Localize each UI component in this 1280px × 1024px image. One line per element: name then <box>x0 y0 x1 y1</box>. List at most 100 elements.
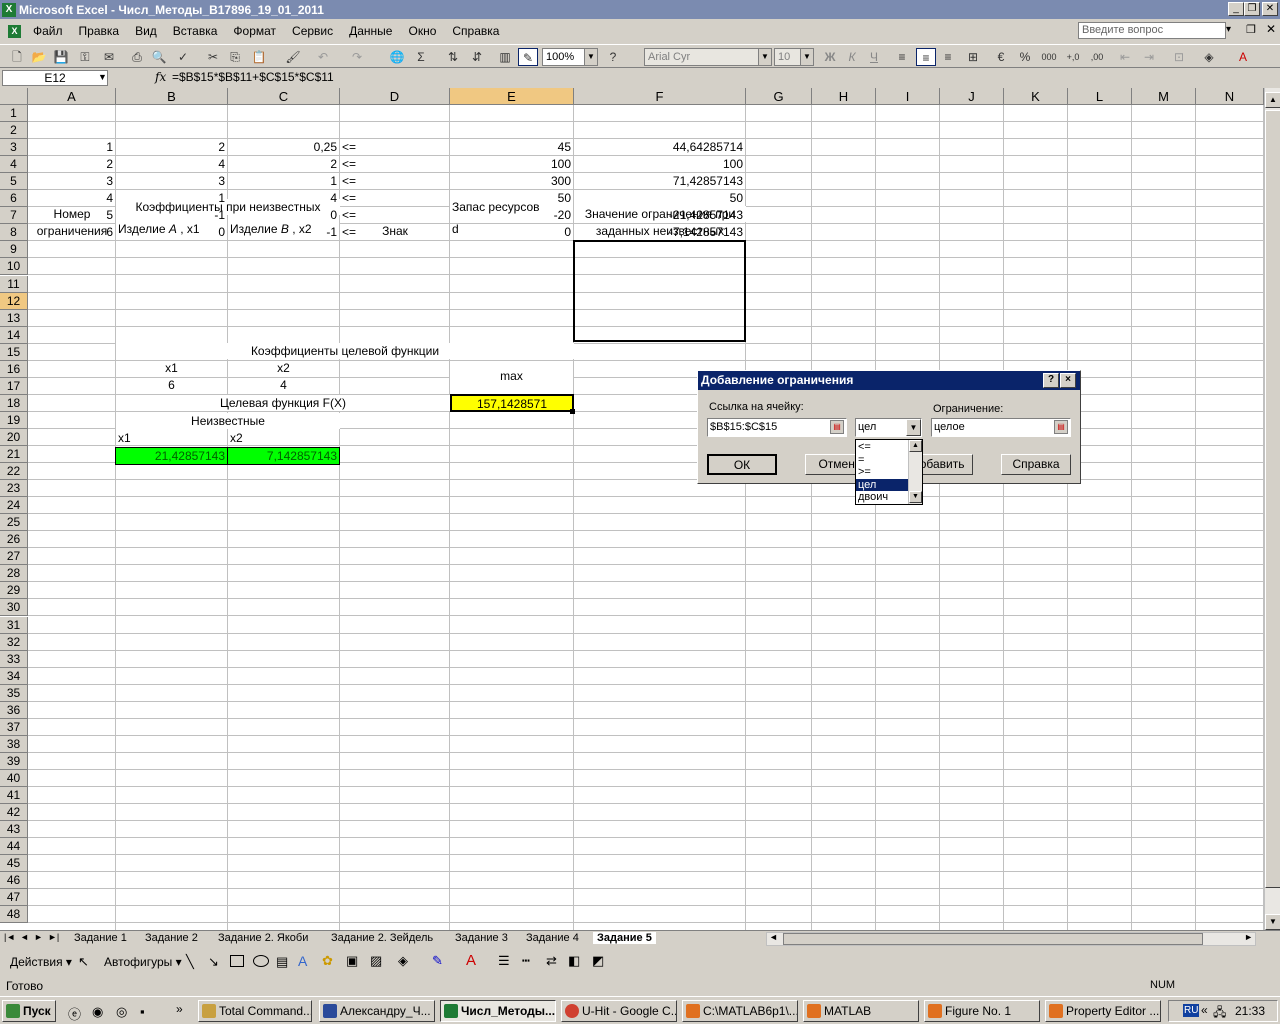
floppy-icon[interactable]: ▪ <box>140 1004 145 1019</box>
sheet-tab-1[interactable]: Задание 1 <box>74 932 127 944</box>
column-header-m[interactable]: M <box>1132 88 1196 105</box>
cell-d4[interactable]: <= <box>340 156 449 172</box>
row-header-46[interactable]: 46 <box>0 872 28 890</box>
row-header-38[interactable]: 38 <box>0 735 28 753</box>
help-icon[interactable]: ? <box>604 48 622 66</box>
cell-c7[interactable]: 0 <box>228 207 339 223</box>
cell-d3[interactable]: <= <box>340 139 449 155</box>
sheet-tab-2[interactable]: Задание 2 <box>145 932 198 944</box>
comma-style-icon[interactable]: 000 <box>1040 48 1058 66</box>
cell-a4[interactable]: 2 <box>28 156 115 172</box>
column-header-h[interactable]: H <box>812 88 876 105</box>
name-box-dropdown-icon[interactable]: ▼ <box>98 72 107 82</box>
row-header-4[interactable]: 4 <box>0 156 28 174</box>
row-header-25[interactable]: 25 <box>0 514 28 532</box>
sheet-tab-4[interactable]: Задание 2. Зейдель <box>331 932 433 944</box>
cell-b7[interactable]: -1 <box>116 207 227 223</box>
menu-window[interactable]: Окно <box>400 24 444 38</box>
row-header-47[interactable]: 47 <box>0 889 28 907</box>
line-icon[interactable]: ╲ <box>186 954 194 970</box>
row-header-14[interactable]: 14 <box>0 326 28 344</box>
cell-c15[interactable]: 7,142857143 <box>227 447 340 465</box>
task-excel[interactable]: Числ_Методы... <box>440 1000 556 1022</box>
column-header-l[interactable]: L <box>1068 88 1132 105</box>
row-header-19[interactable]: 19 <box>0 411 28 429</box>
chevron-down-icon[interactable]: ▼ <box>800 49 813 65</box>
paste-icon[interactable]: 📋 <box>250 48 268 66</box>
row-header-18[interactable]: 18 <box>0 394 28 412</box>
column-header-a[interactable]: A <box>28 88 116 105</box>
name-box[interactable]: E12 <box>2 70 108 86</box>
row-header-1[interactable]: 1 <box>0 105 28 122</box>
actions-menu[interactable]: Действия ▾ <box>10 955 72 969</box>
open-icon[interactable]: 📂 <box>30 48 48 66</box>
cell-e6[interactable]: 50 <box>450 190 573 206</box>
menu-tools[interactable]: Сервис <box>284 24 341 38</box>
bold-icon[interactable]: Ж <box>822 48 838 66</box>
help-button[interactable]: Справка <box>1001 454 1071 475</box>
column-header-d[interactable]: D <box>340 88 450 105</box>
row-header-43[interactable]: 43 <box>0 821 28 839</box>
row-header-42[interactable]: 42 <box>0 804 28 822</box>
cell-c3[interactable]: 0,25 <box>228 139 339 155</box>
cell-c11[interactable]: 4 <box>228 377 339 393</box>
cell-d7[interactable]: <= <box>340 207 449 223</box>
ask-dropdown-icon[interactable]: ▾ <box>1226 24 1231 35</box>
save-icon[interactable]: 💾 <box>52 48 70 66</box>
decrease-indent-icon[interactable]: ⇤ <box>1116 48 1134 66</box>
row-header-34[interactable]: 34 <box>0 667 28 685</box>
cell-b14[interactable]: x1 <box>116 430 227 446</box>
zoom-combo[interactable]: 100% ▼ <box>542 48 598 66</box>
row-header-26[interactable]: 26 <box>0 531 28 549</box>
align-right-icon[interactable]: ≡ <box>940 48 956 66</box>
workbook-icon[interactable]: X <box>8 24 21 38</box>
cell-c6[interactable]: 4 <box>228 190 339 206</box>
cell-b4[interactable]: 4 <box>116 156 227 172</box>
cell-b8[interactable]: 0 <box>116 224 227 240</box>
borders-icon[interactable]: ⊡ <box>1170 48 1188 66</box>
shadow-icon[interactable]: ◧ <box>568 953 580 969</box>
dialog-help-button[interactable]: ? <box>1043 373 1059 388</box>
row-header-27[interactable]: 27 <box>0 548 28 566</box>
task-property-editor[interactable]: Property Editor ... <box>1045 1000 1161 1022</box>
ask-question-input[interactable]: Введите вопрос <box>1078 22 1226 39</box>
scroll-up-icon[interactable]: ▲ <box>1265 92 1280 108</box>
undo-icon[interactable]: ↶ <box>314 48 332 66</box>
cell-e4[interactable]: 100 <box>450 156 573 172</box>
column-header-e[interactable]: E <box>450 88 574 105</box>
collapse-dialog-icon[interactable]: ▤ <box>830 420 844 434</box>
operator-dropdown-list[interactable]: <= = >= цел двоич ▲ ▼ <box>855 439 923 505</box>
fx-icon[interactable]: fx <box>155 70 166 84</box>
media-icon[interactable]: ◎ <box>116 1004 127 1020</box>
column-header-b[interactable]: B <box>116 88 228 105</box>
cell-a5[interactable]: 3 <box>28 173 115 189</box>
cell-d5[interactable]: <= <box>340 173 449 189</box>
autoshapes-menu[interactable]: Автофигуры ▾ <box>104 955 182 969</box>
autosum-icon[interactable]: Σ <box>412 48 430 66</box>
workbook-restore-icon[interactable]: ❐ <box>1246 23 1256 36</box>
cell-d8[interactable]: <= <box>340 224 449 240</box>
cell-a7[interactable]: 5 <box>28 207 115 223</box>
row-header-8[interactable]: 8 <box>0 224 28 242</box>
cell-e3[interactable]: 45 <box>450 139 573 155</box>
italic-icon[interactable]: К <box>844 48 860 66</box>
menu-insert[interactable]: Вставка <box>165 24 226 38</box>
line-color-icon[interactable]: ✎ <box>432 953 443 969</box>
line-style-icon[interactable]: ☰ <box>498 953 510 969</box>
cell-reference-input[interactable]: $B$15:$C$15 ▤ <box>707 418 847 437</box>
arrow-icon[interactable]: ↘ <box>208 954 219 970</box>
cell-f7[interactable]: -21,42857143 <box>574 207 745 223</box>
cell-e10[interactable]: max <box>450 368 573 384</box>
redo-icon[interactable]: ↷ <box>348 48 366 66</box>
constraint-input[interactable]: целое ▤ <box>931 418 1071 437</box>
row-header-5[interactable]: 5 <box>0 173 28 191</box>
chevron-down-icon[interactable]: ▼ <box>758 49 771 65</box>
network-icon[interactable]: 🖧 <box>1213 1003 1226 1024</box>
row-header-23[interactable]: 23 <box>0 480 28 498</box>
dialog-close-button[interactable]: × <box>1060 373 1076 388</box>
operator-option[interactable]: = <box>856 454 908 467</box>
menu-data[interactable]: Данные <box>341 24 400 38</box>
cell-b3[interactable]: 2 <box>116 139 227 155</box>
row-header-48[interactable]: 48 <box>0 906 28 924</box>
menu-edit[interactable]: Правка <box>71 24 128 38</box>
